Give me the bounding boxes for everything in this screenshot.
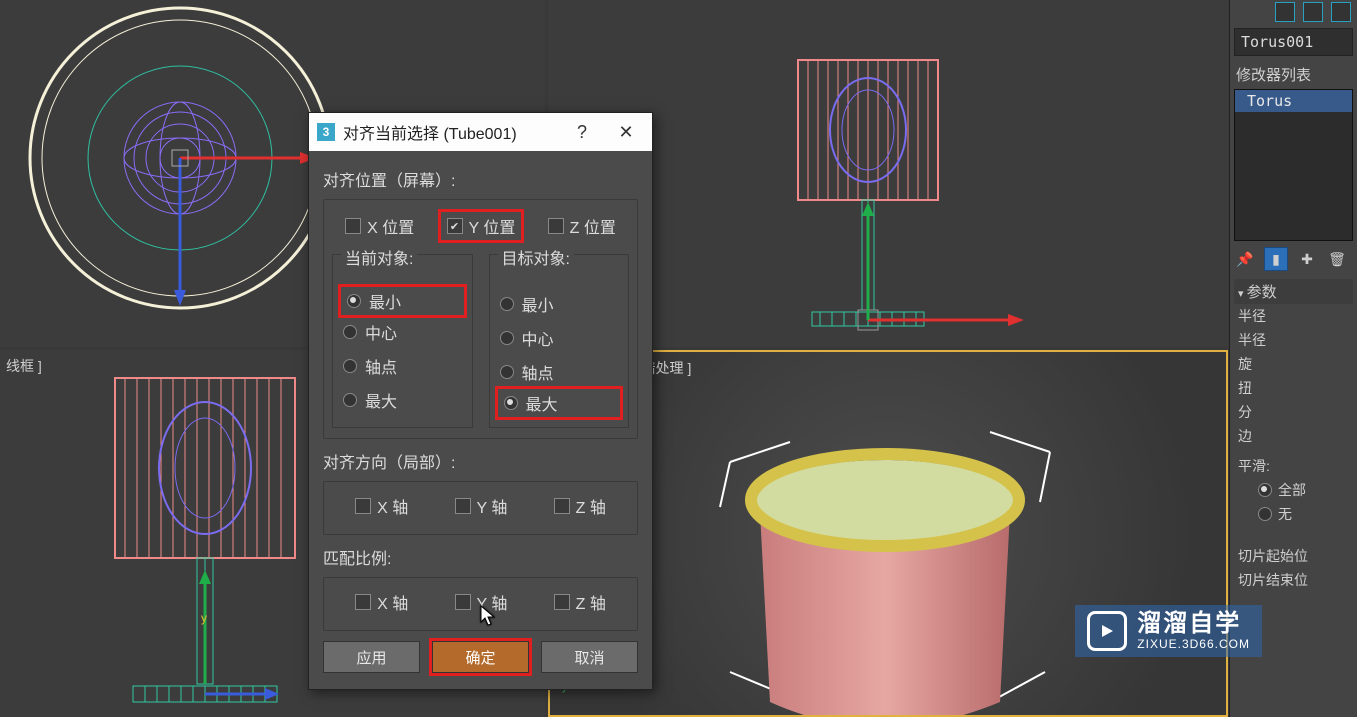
remove-mod-icon[interactable]: 🗑 bbox=[1326, 248, 1348, 270]
scale-z-checkbox[interactable]: Z 轴 bbox=[554, 590, 606, 614]
param-radius1: 半径 bbox=[1238, 306, 1266, 326]
mouse-cursor-icon bbox=[480, 605, 496, 627]
match-scale-label: 匹配比例: bbox=[323, 545, 638, 569]
target-pivot-radio[interactable]: 轴点 bbox=[496, 355, 623, 389]
param-segments: 分 bbox=[1238, 402, 1252, 422]
orient-x-checkbox[interactable]: X 轴 bbox=[355, 494, 408, 518]
current-object-label: 当前对象: bbox=[341, 245, 417, 269]
slice-end-label: 切片结束位 bbox=[1238, 570, 1308, 590]
target-center-radio[interactable]: 中心 bbox=[496, 321, 623, 355]
orient-y-checkbox[interactable]: Y 轴 bbox=[455, 494, 508, 518]
align-orientation-group: X 轴 Y 轴 Z 轴 bbox=[323, 481, 638, 535]
smooth-all-radio[interactable] bbox=[1258, 483, 1272, 497]
align-orientation-label: 对齐方向（局部）: bbox=[323, 449, 638, 473]
current-pivot-radio[interactable]: 轴点 bbox=[339, 349, 466, 383]
watermark: 溜溜自学 ZIXUE.3D66.COM bbox=[1075, 605, 1262, 657]
smooth-none-radio[interactable] bbox=[1258, 507, 1272, 521]
tab-icon[interactable] bbox=[1331, 2, 1351, 22]
param-rotation: 旋 bbox=[1238, 354, 1252, 374]
object-name-field[interactable]: Torus001 bbox=[1234, 28, 1353, 56]
target-min-radio[interactable]: 最小 bbox=[496, 287, 623, 321]
x-position-checkbox[interactable]: X 位置 bbox=[345, 212, 414, 240]
help-button[interactable]: ? bbox=[564, 117, 600, 147]
svg-text:y: y bbox=[201, 611, 207, 625]
tab-icon[interactable] bbox=[1275, 2, 1295, 22]
current-center-radio[interactable]: 中心 bbox=[339, 315, 466, 349]
current-min-radio[interactable]: 最小 bbox=[341, 287, 464, 315]
unique-icon[interactable]: ✚ bbox=[1296, 248, 1318, 270]
tab-icon[interactable] bbox=[1303, 2, 1323, 22]
modifier-list-label[interactable]: 修改器列表 bbox=[1234, 62, 1353, 89]
watermark-url: ZIXUE.3D66.COM bbox=[1137, 638, 1250, 651]
smooth-none-label: 无 bbox=[1278, 504, 1292, 524]
current-object-group: 当前对象: 最小 中心 轴点 最大 bbox=[332, 254, 473, 428]
z-position-checkbox[interactable]: Z 位置 bbox=[548, 212, 616, 240]
modifier-stack[interactable]: Torus bbox=[1234, 89, 1353, 241]
param-sides: 边 bbox=[1238, 426, 1252, 446]
command-panel-tabs bbox=[1275, 2, 1351, 22]
modifier-stack-item[interactable]: Torus bbox=[1235, 90, 1352, 112]
play-icon bbox=[1087, 611, 1127, 651]
rollout-parameters[interactable]: 参数 bbox=[1234, 279, 1353, 304]
dialog-title: 对齐当前选择 (Tube001) bbox=[343, 120, 556, 144]
pin-icon[interactable]: 📌 bbox=[1234, 248, 1256, 270]
scale-x-checkbox[interactable]: X 轴 bbox=[355, 590, 408, 614]
orient-z-checkbox[interactable]: Z 轴 bbox=[554, 494, 606, 518]
cancel-button[interactable]: 取消 bbox=[541, 641, 638, 673]
target-max-radio[interactable]: 最大 bbox=[498, 389, 621, 417]
close-button[interactable]: ✕ bbox=[608, 117, 644, 147]
smooth-label: 平滑: bbox=[1238, 456, 1270, 476]
align-position-label: 对齐位置（屏幕）: bbox=[323, 167, 638, 191]
y-position-checkbox[interactable]: Y 位置 bbox=[441, 212, 522, 240]
smooth-all-label: 全部 bbox=[1278, 480, 1306, 500]
target-object-group: 目标对象: 最小 中心 轴点 最大 bbox=[489, 254, 630, 428]
apply-button[interactable]: 应用 bbox=[323, 641, 420, 673]
dialog-titlebar[interactable]: 3 对齐当前选择 (Tube001) ? ✕ bbox=[309, 113, 652, 151]
current-max-radio[interactable]: 最大 bbox=[339, 383, 466, 417]
ok-button[interactable]: 确定 bbox=[432, 641, 529, 673]
align-position-group: X 位置 Y 位置 Z 位置 当前对象: 最小 中心 bbox=[323, 199, 638, 439]
watermark-brand: 溜溜自学 bbox=[1137, 611, 1250, 637]
show-end-result-icon[interactable]: ▮ bbox=[1264, 247, 1288, 271]
param-twist: 扭 bbox=[1238, 378, 1252, 398]
param-radius2: 半径 bbox=[1238, 330, 1266, 350]
slice-start-label: 切片起始位 bbox=[1238, 546, 1308, 566]
app-icon: 3 bbox=[317, 123, 335, 141]
target-object-label: 目标对象: bbox=[498, 245, 574, 269]
align-dialog: 3 对齐当前选择 (Tube001) ? ✕ 对齐位置（屏幕）: X 位置 Y … bbox=[308, 112, 653, 690]
